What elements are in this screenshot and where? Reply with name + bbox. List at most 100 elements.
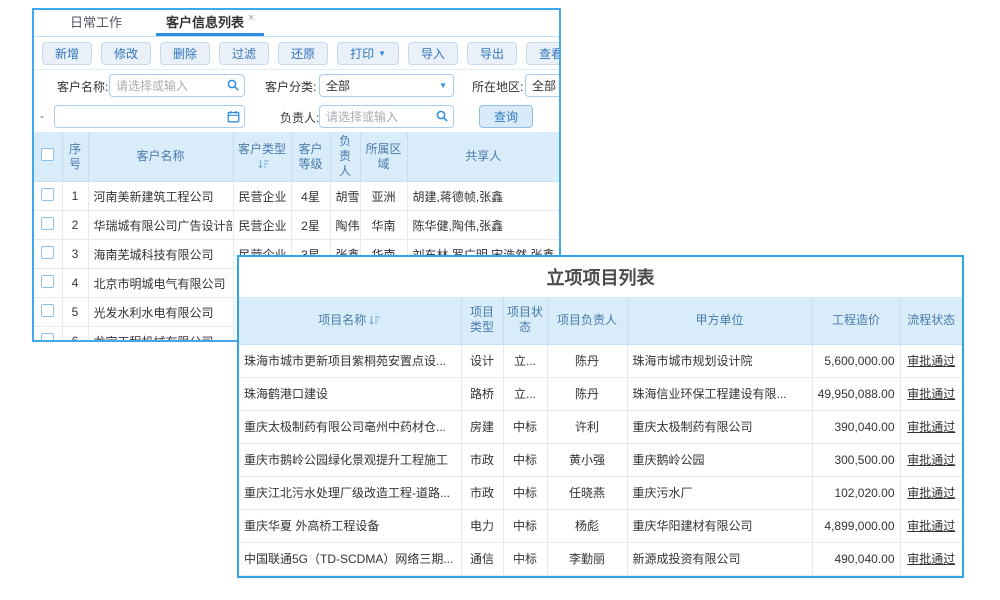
project-status-cell: 中标 (503, 410, 547, 443)
flow-status-link[interactable]: 审批通过 (900, 509, 962, 542)
export-button[interactable]: 导出 (467, 42, 517, 65)
row-checkbox[interactable] (41, 275, 54, 288)
search-icon[interactable] (436, 110, 449, 123)
header-seq: 序号 (62, 132, 88, 182)
project-name-link[interactable]: 重庆太极制药有限公司亳州中药材仓... (239, 410, 461, 443)
client-cell: 新源成投资有限公司 (627, 542, 812, 575)
region-cell: 华南 (360, 211, 407, 240)
project-name-link[interactable]: 珠海市城市更新项目紫桐苑安置点设... (239, 344, 461, 377)
customer-name-input[interactable] (116, 79, 227, 93)
row-checkbox[interactable] (41, 217, 54, 230)
header-customer-name: 客户名称 (88, 132, 233, 182)
search-icon[interactable] (227, 79, 240, 92)
edit-button[interactable]: 修改 (101, 42, 151, 65)
customer-type-cell: 民营企业 (233, 211, 291, 240)
project-manager-link[interactable]: 陈丹 (547, 344, 627, 377)
row-select-cell (34, 240, 62, 269)
project-manager-link[interactable]: 许利 (547, 410, 627, 443)
manager-field[interactable] (319, 105, 454, 128)
project-type-cell: 路桥 (461, 377, 503, 410)
row-select-cell (34, 269, 62, 298)
cost-cell: 5,600,000.00 (812, 344, 900, 377)
manager-input[interactable] (326, 110, 436, 124)
close-icon[interactable]: × (248, 12, 254, 24)
tab-customer-list[interactable]: 客户信息列表× (156, 8, 264, 36)
project-name-link[interactable]: 重庆市鹅岭公园绿化景观提升工程施工 (239, 443, 461, 476)
customer-category-value: 全部 (326, 77, 350, 94)
customer-name-field[interactable] (109, 74, 245, 97)
row-checkbox[interactable] (41, 333, 54, 342)
export-button-label: 导出 (480, 45, 504, 62)
date-input[interactable] (61, 110, 227, 124)
query-button[interactable]: 查询 (479, 105, 533, 128)
seq-cell: 4 (62, 269, 88, 298)
region-select[interactable]: 全部 (525, 74, 561, 97)
manager-link[interactable]: 胡雪 (330, 182, 360, 211)
project-type-cell: 市政 (461, 443, 503, 476)
project-manager-link[interactable]: 李勤丽 (547, 542, 627, 575)
customer-name-link[interactable]: 北京市明城电气有限公司 (88, 269, 233, 298)
project-table-row[interactable]: 重庆太极制药有限公司亳州中药材仓... 房建 中标 许利 重庆太极制药有限公司 … (239, 410, 962, 443)
restore-button-label: 还原 (291, 45, 315, 62)
row-checkbox[interactable] (41, 188, 54, 201)
customer-name-link[interactable]: 海南芜城科技有限公司 (88, 240, 233, 269)
project-manager-link[interactable]: 任晓燕 (547, 476, 627, 509)
project-table-row[interactable]: 珠海鹤港口建设 路桥 立... 陈丹 珠海信业环保工程建设有限... 49,95… (239, 377, 962, 410)
project-name-link[interactable]: 重庆华夏 外高桥工程设备 (239, 509, 461, 542)
customer-table-row[interactable]: 2 华瑞城有限公司广告设计部 民营企业 2星 陶伟 华南 陈华健,陶伟,张鑫 (34, 211, 559, 240)
header-customer-type-label: 客户类型 (237, 142, 288, 157)
project-table-row[interactable]: 珠海市城市更新项目紫桐苑安置点设... 设计 立... 陈丹 珠海市城市规划设计… (239, 344, 962, 377)
flow-status-link[interactable]: 审批通过 (900, 344, 962, 377)
header-flow-status: 流程状态 (900, 297, 962, 344)
project-table-row[interactable]: 重庆江北污水处理厂级改造工程-道路... 市政 中标 任晓燕 重庆污水厂 102… (239, 476, 962, 509)
filter-button[interactable]: 过滤 (219, 42, 269, 65)
flow-status-link[interactable]: 审批通过 (900, 377, 962, 410)
project-table-row[interactable]: 重庆市鹅岭公园绿化景观提升工程施工 市政 中标 黄小强 重庆鹅岭公园 300,5… (239, 443, 962, 476)
project-type-cell: 通信 (461, 542, 503, 575)
flow-status-link[interactable]: 审批通过 (900, 443, 962, 476)
restore-button[interactable]: 还原 (278, 42, 328, 65)
date-field[interactable] (54, 105, 245, 128)
customer-name-link[interactable]: 华瑞城有限公司广告设计部 (88, 211, 233, 240)
flow-status-link[interactable]: 审批通过 (900, 410, 962, 443)
dropdown-arrow-icon: ▼ (439, 81, 447, 90)
row-checkbox[interactable] (41, 246, 54, 259)
tab-bar: 日常工作 客户信息列表× (34, 10, 559, 37)
customer-name-link[interactable]: 河南美新建筑工程公司 (88, 182, 233, 211)
project-table-row[interactable]: 中国联通5G（TD-SCDMA）网络三期... 通信 中标 李勤丽 新源成投资有… (239, 542, 962, 575)
tab-daily-work[interactable]: 日常工作 (60, 8, 132, 36)
project-name-link[interactable]: 中国联通5G（TD-SCDMA）网络三期... (239, 542, 461, 575)
customer-table-row[interactable]: 1 河南美新建筑工程公司 民营企业 4星 胡雪 亚洲 胡建,蒋德帧,张鑫 (34, 182, 559, 211)
print-dropdown-button[interactable]: 打印▼ (337, 42, 399, 65)
shared-cell: 陈华健,陶伟,张鑫 (407, 211, 559, 240)
delete-button[interactable]: 删除 (160, 42, 210, 65)
customer-name-link[interactable]: 光发水利水电有限公司 (88, 298, 233, 327)
project-panel: 立项项目列表 项目名称 项目类型 项目状态 项目负责人 甲方单位 工程造价 流程… (237, 255, 964, 578)
select-all-checkbox[interactable] (41, 148, 54, 161)
row-checkbox[interactable] (41, 304, 54, 317)
flow-status-link[interactable]: 审批通过 (900, 476, 962, 509)
header-customer-type[interactable]: 客户类型 (233, 132, 291, 182)
calendar-icon[interactable] (227, 110, 240, 123)
add-button[interactable]: 新增 (42, 42, 92, 65)
customer-name-link[interactable]: 龙宇工程机械有限公司 (88, 327, 233, 343)
manager-link[interactable]: 陶伟 (330, 211, 360, 240)
project-manager-link[interactable]: 陈丹 (547, 377, 627, 410)
project-table-row[interactable]: 重庆华夏 外高桥工程设备 电力 中标 杨彪 重庆华阳建材有限公司 4,899,0… (239, 509, 962, 542)
project-name-link[interactable]: 重庆江北污水处理厂级改造工程-道路... (239, 476, 461, 509)
delete-button-label: 删除 (173, 45, 197, 62)
flow-status-link[interactable]: 审批通过 (900, 542, 962, 575)
project-status-cell: 中标 (503, 509, 547, 542)
header-project-type: 项目类型 (461, 297, 503, 344)
project-manager-link[interactable]: 黄小强 (547, 443, 627, 476)
header-project-name[interactable]: 项目名称 (239, 297, 461, 344)
import-button[interactable]: 导入 (408, 42, 458, 65)
customer-category-select[interactable]: 全部 ▼ (319, 74, 454, 97)
seq-cell: 1 (62, 182, 88, 211)
seq-cell: 5 (62, 298, 88, 327)
project-type-cell: 电力 (461, 509, 503, 542)
view-log-button[interactable]: 查看日志 (526, 42, 561, 65)
cost-cell: 102,020.00 (812, 476, 900, 509)
project-manager-link[interactable]: 杨彪 (547, 509, 627, 542)
project-name-link[interactable]: 珠海鹤港口建设 (239, 377, 461, 410)
